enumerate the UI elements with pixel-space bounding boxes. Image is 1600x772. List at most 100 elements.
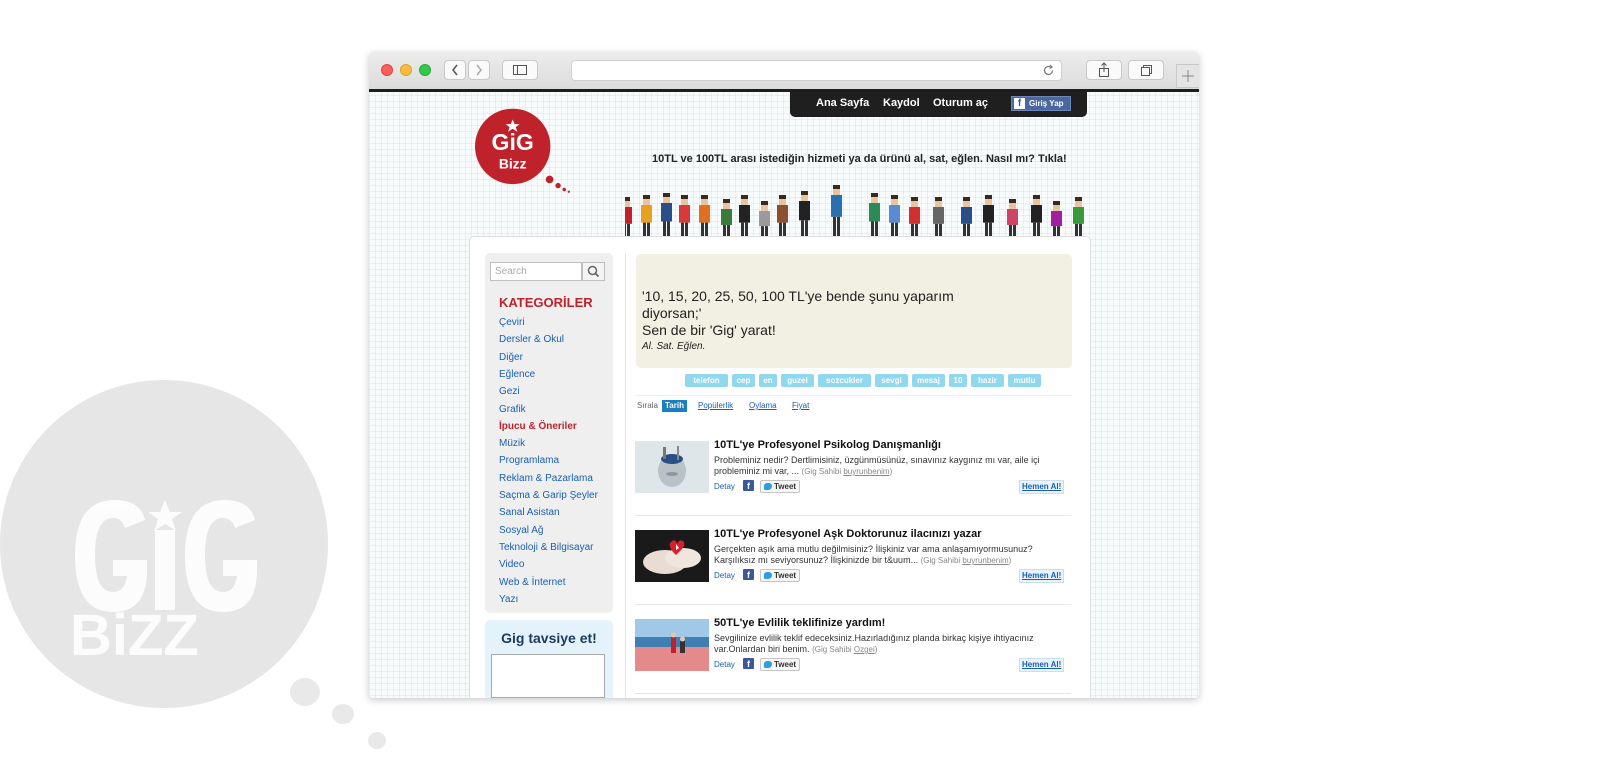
- gig-owner-link[interactable]: Ozgei: [854, 645, 875, 654]
- sidebar-toggle-button[interactable]: [502, 60, 538, 80]
- category-link[interactable]: Programlama: [499, 455, 559, 466]
- close-window-button[interactable]: [381, 64, 393, 76]
- category-link[interactable]: Teknoloji & Bilgisayar: [499, 542, 594, 553]
- tweet-label: Tweet: [774, 571, 797, 580]
- tag-telefon[interactable]: telefon: [685, 374, 728, 387]
- category-link[interactable]: Eğlence: [499, 369, 535, 380]
- share-button[interactable]: [1086, 60, 1122, 80]
- category-link[interactable]: Diğer: [499, 352, 523, 363]
- category-link[interactable]: Çeviri: [499, 317, 525, 328]
- tag-en[interactable]: en: [759, 374, 777, 387]
- tweet-button[interactable]: Tweet: [760, 658, 800, 671]
- web-page: Ana Sayfa Kaydol Oturum aç f Giriş Yap G…: [369, 89, 1199, 698]
- reload-icon[interactable]: [1042, 64, 1055, 77]
- pixel-person-icon: [831, 185, 842, 237]
- category-link[interactable]: Sosyal Ağ: [499, 525, 543, 536]
- category-link[interactable]: Saçma & Garip Şeyler: [499, 490, 598, 501]
- suggest-gig-textarea[interactable]: [491, 654, 605, 698]
- facebook-login-button[interactable]: f Giriş Yap: [1011, 96, 1071, 111]
- buy-now-button[interactable]: Hemen Al!: [1019, 480, 1065, 494]
- search-input[interactable]: Search: [490, 262, 582, 281]
- tag-guzel[interactable]: guzel: [781, 374, 814, 387]
- tag-hazir[interactable]: hazir: [971, 374, 1004, 387]
- twitter-bird-icon: [764, 661, 772, 668]
- facebook-share-icon[interactable]: f: [743, 480, 754, 491]
- pixel-person-icon: [739, 195, 750, 237]
- tabs-icon: [1141, 65, 1152, 76]
- category-link[interactable]: Müzik: [499, 438, 525, 449]
- sort-option-votes[interactable]: Oylama: [749, 400, 777, 412]
- minimize-window-button[interactable]: [400, 64, 412, 76]
- suggest-gig-box: Gig tavsiye et!: [485, 620, 613, 698]
- gig-owner-link[interactable]: buyrunbenim: [843, 467, 889, 476]
- category-link[interactable]: Web & İnternet: [499, 577, 566, 588]
- gig-owner-suffix: ): [1008, 556, 1012, 565]
- gig-thumbnail[interactable]: [635, 619, 709, 671]
- gig-title-link[interactable]: 10TL'ye Profesyonel Psikolog Danışmanlığ…: [714, 439, 941, 451]
- category-link[interactable]: Sanal Asistan: [499, 507, 560, 518]
- facebook-share-icon[interactable]: f: [743, 569, 754, 580]
- search-button[interactable]: [582, 262, 605, 281]
- gig-owner-suffix: ): [874, 645, 878, 654]
- tabs-overview-button[interactable]: [1128, 60, 1164, 80]
- facebook-share-icon[interactable]: f: [743, 658, 754, 669]
- address-bar[interactable]: [571, 60, 1062, 81]
- nav-register-link[interactable]: Kaydol: [883, 97, 920, 109]
- tag-sozcukler[interactable]: sozcukler: [818, 374, 871, 387]
- search-icon: [587, 265, 600, 278]
- pixel-person-icon: [909, 197, 920, 237]
- pixel-person-icon: [1007, 199, 1018, 237]
- maximize-window-button[interactable]: [419, 64, 431, 76]
- tag-mutlu[interactable]: mutlu: [1008, 374, 1041, 387]
- gig-detail-link[interactable]: Detay: [714, 660, 735, 669]
- gigbizz-logo[interactable]: GiG Bizz: [475, 101, 575, 201]
- pixel-person-icon: [1031, 195, 1042, 237]
- category-link[interactable]: Reklam & Pazarlama: [499, 473, 593, 484]
- nav-home-link[interactable]: Ana Sayfa: [816, 97, 869, 109]
- gig-owner-link[interactable]: buyrunbenim: [962, 556, 1008, 565]
- buy-now-button[interactable]: Hemen Al!: [1019, 658, 1065, 672]
- new-tab-button[interactable]: [1176, 64, 1199, 88]
- tweet-label: Tweet: [774, 660, 797, 669]
- back-button[interactable]: [444, 60, 466, 80]
- gig-title-link[interactable]: 10TL'ye Profesyonel Aşk Doktorunuz ilacı…: [714, 528, 982, 540]
- category-link[interactable]: Gezi: [499, 386, 520, 397]
- tag-mesaj[interactable]: mesaj: [912, 374, 945, 387]
- pixel-person-icon: [961, 197, 972, 237]
- tag-sevgi[interactable]: sevgi: [875, 374, 908, 387]
- pixel-person-icon: [983, 195, 994, 237]
- buy-now-button[interactable]: Hemen Al!: [1019, 569, 1065, 583]
- tweet-button[interactable]: Tweet: [760, 480, 800, 493]
- chevron-left-icon: [452, 64, 458, 76]
- hero-line-1: '10, 15, 20, 25, 50, 100 TL'ye bende şun…: [642, 288, 954, 304]
- pixel-person-icon: [799, 191, 810, 237]
- gig-thumbnail[interactable]: [635, 441, 709, 493]
- gig-list-item: 10TL'ye Profesyonel Aşk Doktorunuz ilacı…: [635, 524, 1073, 612]
- tag-10[interactable]: 10: [949, 374, 967, 387]
- nav-login-link[interactable]: Oturum aç: [933, 97, 988, 109]
- gig-title-link[interactable]: 50TL'ye Evlilik teklifinize yardım!: [714, 617, 885, 629]
- background-gigbizz-logo: BiZZ: [0, 380, 328, 708]
- sort-option-popularity[interactable]: Popülerlik: [698, 400, 733, 412]
- gig-detail-link[interactable]: Detay: [714, 571, 735, 580]
- sort-option-price[interactable]: Fiyat: [792, 400, 809, 412]
- category-link[interactable]: Dersler & Okul: [499, 334, 564, 345]
- forward-button[interactable]: [468, 60, 490, 80]
- gig-thumbnail[interactable]: [635, 530, 709, 582]
- pixel-person-icon: [777, 195, 788, 237]
- hero-line-3: Sen de bir 'Gig' yarat!: [642, 322, 776, 338]
- background-bubble: [290, 678, 320, 706]
- tweet-button[interactable]: Tweet: [760, 569, 800, 582]
- logo-text-gig: GiG: [492, 129, 534, 155]
- hero-slogan: Al. Sat. Eğlen.: [642, 341, 706, 352]
- tagline[interactable]: 10TL ve 100TL arası istediğin hizmeti ya…: [652, 153, 1067, 165]
- category-link[interactable]: İpucu & Öneriler: [499, 421, 577, 432]
- gig-detail-link[interactable]: Detay: [714, 482, 735, 491]
- category-link[interactable]: Grafik: [499, 404, 526, 415]
- tag-cep[interactable]: cep: [732, 374, 755, 387]
- sidebar-icon: [513, 65, 527, 75]
- category-link[interactable]: Yazı: [499, 594, 518, 605]
- category-link[interactable]: Video: [499, 559, 524, 570]
- sort-option-date[interactable]: Tarih: [662, 400, 687, 412]
- browser-window: Ana Sayfa Kaydol Oturum aç f Giriş Yap G…: [369, 52, 1199, 698]
